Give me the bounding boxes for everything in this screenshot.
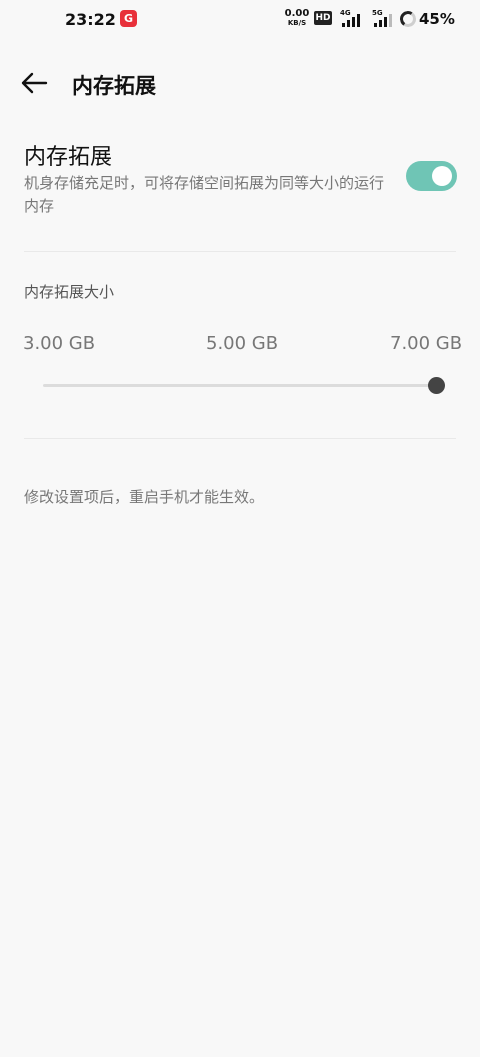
hd-voice-icon: HD [314,11,332,25]
divider [24,438,456,439]
signal-5g-icon: 5G [372,9,396,27]
arrow-left-icon [21,72,48,94]
memory-size-title: 内存拓展大小 [24,283,115,301]
signal-4g-icon: 4G [340,9,364,27]
network-speed-value: 0.00 [284,8,310,19]
size-option-5gb[interactable]: 5.00 GB [206,333,278,354]
memory-size-slider-track[interactable] [43,384,437,387]
network-speed-unit: KB/S [287,19,307,27]
restart-note: 修改设置项后，重启手机才能生效。 [24,488,265,506]
battery-percent: 45% [419,10,455,28]
memory-extension-title: 内存拓展 [24,145,113,170]
memory-extension-description: 机身存储充足时，可将存储空间拓展为同等大小的运行内存 [24,174,385,215]
network-speed: 0.00 KB/S [284,9,310,28]
back-button[interactable] [14,66,54,100]
netease-music-icon: G [120,10,137,27]
page-title: 内存拓展 [72,74,156,98]
size-option-7gb[interactable]: 7.00 GB [390,333,462,354]
toggle-knob [432,166,452,186]
divider [24,251,456,252]
memory-extension-toggle[interactable] [406,161,457,191]
size-option-3gb[interactable]: 3.00 GB [23,333,95,354]
battery-icon [398,9,418,29]
memory-size-slider-thumb[interactable] [428,377,445,394]
status-time: 23:22 [65,10,116,29]
status-bar: 23:22 G 0.00 KB/S HD 4G 5G 45% [0,0,480,38]
